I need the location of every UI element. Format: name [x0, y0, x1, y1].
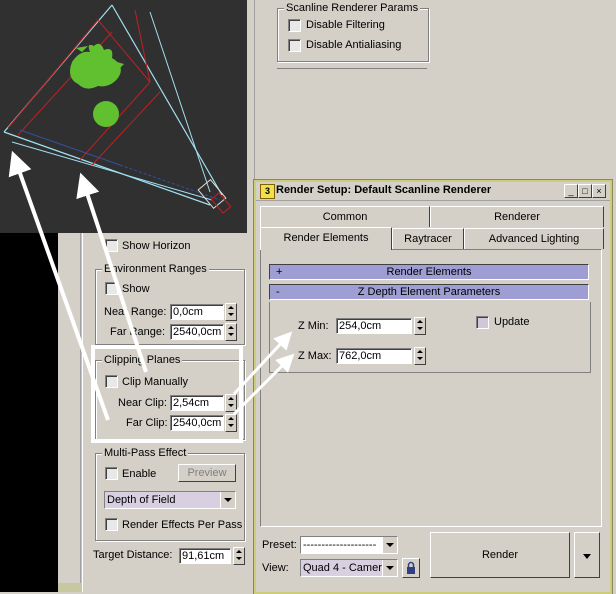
- preset-select[interactable]: --------------------: [300, 536, 398, 554]
- rollout-render-elements[interactable]: + Render Elements: [269, 264, 589, 280]
- sphere-object: [93, 101, 119, 127]
- dialog-titlebar[interactable]: 3 Render Setup: Default Scanline Rendere…: [256, 182, 610, 201]
- preview-button[interactable]: Preview: [178, 464, 236, 482]
- camera-axis-line: [119, 164, 221, 201]
- clip-plane-line: [134, 9, 151, 83]
- lock-icon: [407, 561, 415, 574]
- hand-object: [70, 43, 121, 89]
- effect-select-value: Depth of Field: [107, 494, 176, 506]
- app-icon: 3: [260, 184, 275, 199]
- tab-renderer[interactable]: Renderer: [430, 206, 604, 227]
- disable-antialiasing-label: Disable Antialiasing: [306, 39, 402, 51]
- zmin-label: Z Min:: [298, 320, 329, 332]
- preset-label: Preset:: [262, 539, 297, 551]
- group-title: Environment Ranges: [102, 263, 209, 275]
- frustum-edge: [11, 141, 213, 201]
- chevron-down-icon: [583, 554, 591, 559]
- dialog-title: Render Setup: Default Scanline Renderer: [276, 184, 492, 196]
- multipass-enable-label: Enable: [122, 468, 157, 480]
- environment-ranges-group: Environment Ranges Show Near Range: 0,0c…: [95, 263, 245, 345]
- frustum-edge: [3, 131, 211, 206]
- near-range-field[interactable]: 0,0cm: [170, 304, 224, 320]
- rollout-zdepth[interactable]: - Z Depth Element Parameters: [269, 284, 589, 300]
- multipass-effect-group: Multi-Pass Effect Enable Preview Depth o…: [95, 447, 245, 541]
- far-range-label: Far Range:: [110, 326, 166, 338]
- tab-advanced-lighting[interactable]: Advanced Lighting: [464, 228, 604, 249]
- render-effects-checkbox[interactable]: [105, 518, 118, 531]
- camera-axis-line: [19, 129, 121, 166]
- minimize-button[interactable]: _: [564, 184, 578, 198]
- viewport-scene: [3, 4, 232, 214]
- target-distance-field[interactable]: 91,61cm: [179, 548, 231, 564]
- preset-select-value: --------------------: [303, 539, 377, 551]
- multipass-enable-checkbox[interactable]: [105, 467, 118, 480]
- target-distance-label: Target Distance:: [93, 549, 173, 561]
- disable-antialiasing-checkbox[interactable]: [288, 39, 301, 52]
- disable-filtering-label: Disable Filtering: [306, 19, 385, 31]
- update-label: Update: [494, 316, 530, 328]
- target-distance-spinner[interactable]: [233, 547, 245, 565]
- group-title: Multi-Pass Effect: [102, 447, 189, 459]
- maximize-button[interactable]: □: [578, 184, 592, 198]
- render-button[interactable]: Render: [430, 532, 570, 578]
- tab-render-elements[interactable]: Render Elements: [260, 227, 392, 250]
- rollout-title: Z Depth Element Parameters: [357, 286, 501, 298]
- camera-viewport[interactable]: [0, 0, 247, 233]
- env-show-checkbox[interactable]: [105, 282, 118, 295]
- show-horizon-label: Show Horizon: [122, 240, 191, 252]
- disable-filtering-checkbox[interactable]: [288, 19, 301, 32]
- tab-common[interactable]: Common: [260, 206, 430, 227]
- renderer-params-panel: Scanline Renderer Params Disable Filteri…: [247, 0, 616, 180]
- scanline-params-group: Scanline Renderer Params Disable Filteri…: [277, 2, 429, 62]
- chevron-down-icon[interactable]: [382, 537, 397, 553]
- group-title: Scanline Renderer Params: [284, 2, 421, 14]
- view-select-value: Quad 4 - Camera: [303, 562, 388, 574]
- frustum-edge: [111, 4, 223, 196]
- view-label: View:: [262, 562, 289, 574]
- zdepth-params-body: Z Min: 254,0cm Z Max: 762,0cm Update: [269, 302, 591, 373]
- update-checkbox[interactable]: [476, 316, 489, 329]
- far-range-spinner[interactable]: [225, 323, 237, 341]
- zmin-field[interactable]: 254,0cm: [336, 318, 412, 334]
- clipping-highlight-box: [91, 345, 243, 443]
- rollout-title: Render Elements: [386, 266, 472, 278]
- close-button[interactable]: ×: [592, 184, 606, 198]
- render-effects-label: Render Effects Per Pass: [122, 519, 243, 531]
- tab-content: + Render Elements - Z Depth Element Para…: [260, 249, 602, 527]
- chevron-down-icon[interactable]: [382, 560, 397, 576]
- near-range-label: Near Range:: [104, 306, 167, 318]
- far-range-field[interactable]: 2540,0cm: [170, 324, 224, 340]
- panel-scrollbar[interactable]: [58, 233, 82, 592]
- show-horizon-checkbox[interactable]: [105, 239, 118, 252]
- tab-raytracer[interactable]: Raytracer: [392, 228, 464, 249]
- effect-select[interactable]: Depth of Field: [104, 491, 236, 509]
- camera-body: [210, 192, 232, 214]
- left-black-strip: [0, 233, 58, 592]
- zmax-label: Z Max:: [298, 350, 332, 362]
- zmax-field[interactable]: 762,0cm: [336, 348, 412, 364]
- lock-view-button[interactable]: [402, 558, 420, 578]
- render-setup-dialog: 3 Render Setup: Default Scanline Rendere…: [254, 180, 612, 594]
- rollout-collapse: -: [276, 286, 280, 298]
- chevron-down-icon[interactable]: [220, 492, 235, 508]
- rollout-expand: +: [276, 266, 283, 278]
- render-options-button[interactable]: [574, 532, 600, 578]
- env-show-label: Show: [122, 283, 150, 295]
- zmin-spinner[interactable]: [414, 317, 426, 335]
- zmax-spinner[interactable]: [414, 347, 426, 365]
- view-select[interactable]: Quad 4 - Camera: [300, 559, 398, 577]
- near-range-spinner[interactable]: [225, 303, 237, 321]
- frustum-edge: [149, 11, 211, 193]
